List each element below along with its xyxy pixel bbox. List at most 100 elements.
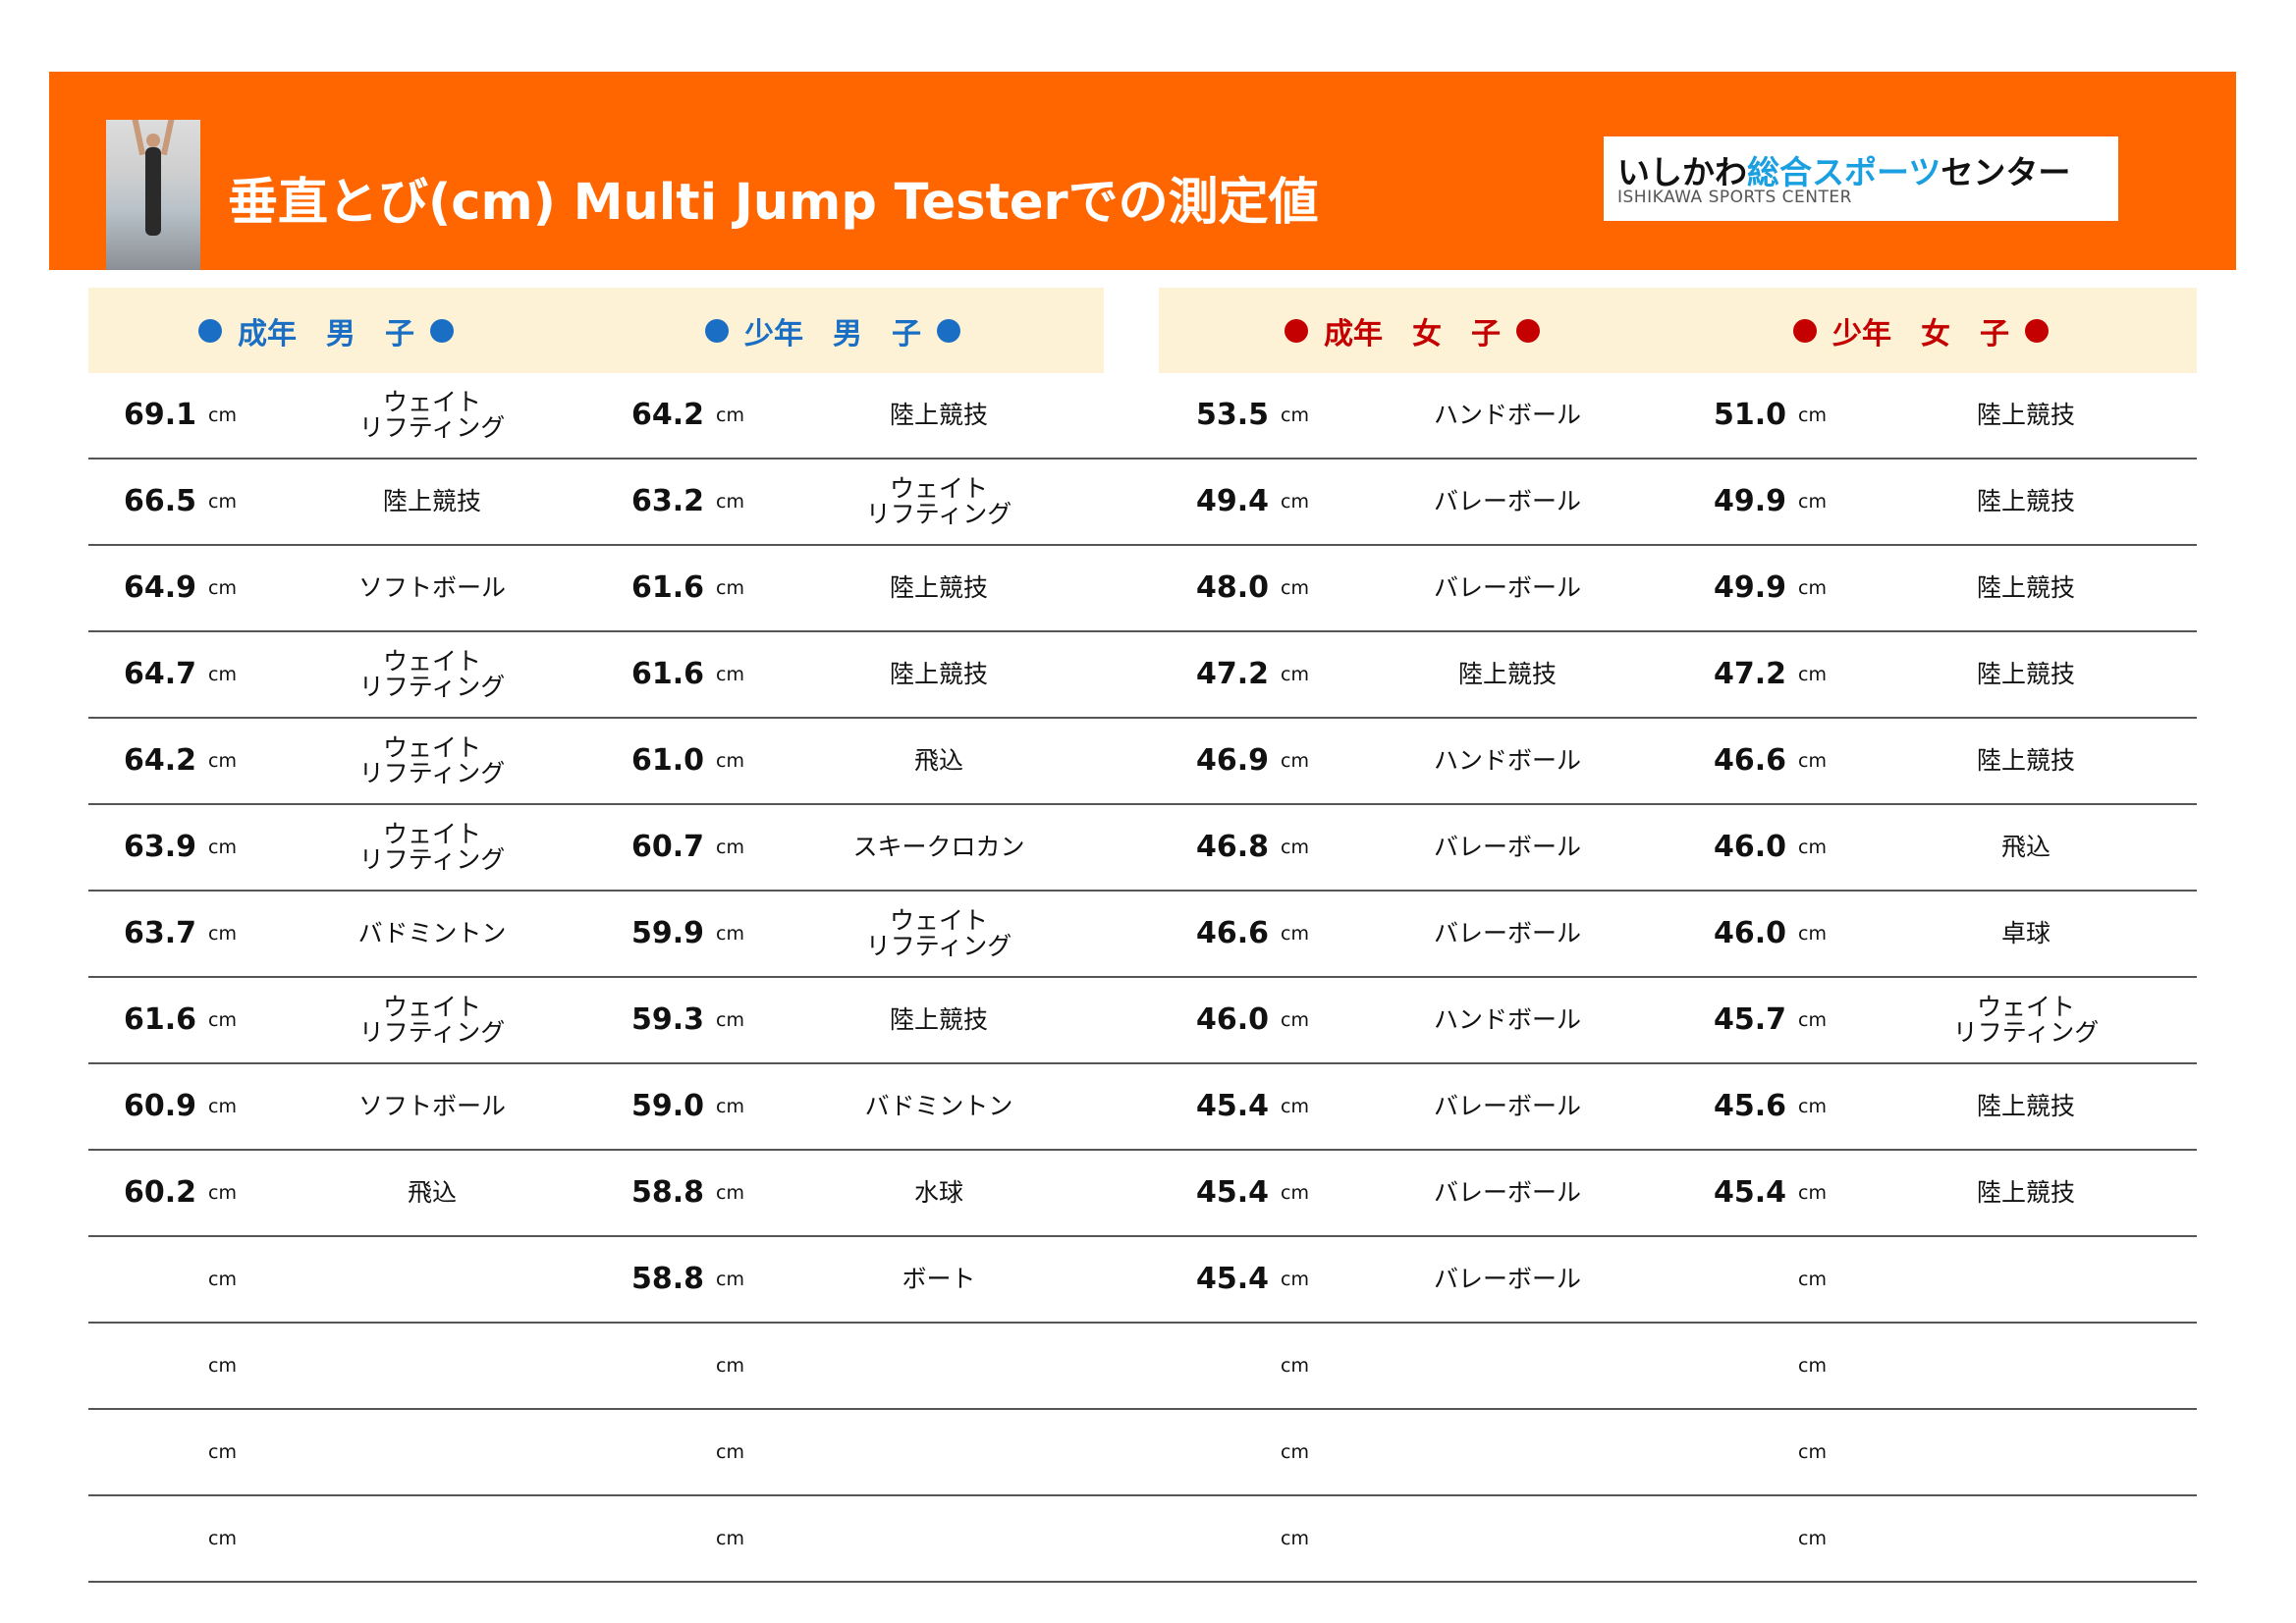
unit-label: cm: [1281, 1182, 1309, 1204]
unit-label: cm: [716, 664, 744, 685]
sport-name: 陸上競技: [889, 401, 988, 429]
table-row: 64.2 cm ウェイト リフティング 61.0 cm 飛込 46.9 cm ハンドボール 46.…: [88, 719, 2197, 805]
sport-name: 水球: [913, 1178, 963, 1207]
unit-label: cm: [208, 1441, 237, 1463]
sport-name: バレーボール: [1433, 573, 1581, 602]
table-row: cm cm cm cm: [88, 1496, 2197, 1583]
logo-text: いしかわ: [1617, 153, 1747, 191]
jump-value: 46.0: [1713, 916, 1786, 950]
sport-name: 飛込: [913, 746, 963, 775]
red-dot-icon: [1516, 319, 1540, 343]
sport-name: バレーボール: [1433, 833, 1581, 861]
unit-label: cm: [1798, 837, 1827, 858]
unit-label: cm: [208, 1528, 237, 1549]
photo-arm: [131, 120, 146, 156]
unit-label: cm: [1798, 405, 1827, 426]
jump-value: 49.9: [1713, 570, 1786, 605]
sport-name: バドミントン: [357, 919, 507, 947]
jump-value: 61.0: [630, 743, 704, 778]
unit-label: cm: [1281, 577, 1309, 599]
category-header: 成年 男 子: [198, 309, 454, 352]
logo-main: いしかわ総合スポーツセンター: [1617, 146, 2070, 193]
sport-name: [811, 1324, 1066, 1408]
table-row: 66.5 cm 陸上競技 63.2 cm ウェイト リフティング 49.4 cm バレーボール 4…: [88, 460, 2197, 546]
table-row: cm cm cm cm: [88, 1410, 2197, 1496]
unit-label: cm: [1798, 1009, 1827, 1031]
table-row: 60.2 cm 飛込 58.8 cm 水球 45.4 cm バレーボール 45.4 cm 陸上競技: [88, 1151, 2197, 1237]
unit-label: cm: [716, 1269, 744, 1290]
jump-value: [1678, 1496, 1786, 1581]
jump-value: 45.4: [1713, 1175, 1786, 1210]
sport-name: [304, 1410, 560, 1494]
unit-label: cm: [1281, 750, 1309, 772]
jump-value: 45.4: [1195, 1175, 1269, 1210]
jump-value: 59.3: [630, 1002, 704, 1037]
table-row: 60.9 cm ソフトボール 59.0 cm バドミントン 45.4 cm バレーボール 45.6…: [88, 1064, 2197, 1151]
table-row: cm 58.8 cm ボート 45.4 cm バレーボール cm: [88, 1237, 2197, 1324]
sport-name: [304, 1324, 560, 1408]
jump-value: 61.6: [630, 570, 704, 605]
unit-label: cm: [208, 1009, 237, 1031]
jump-value: [596, 1496, 704, 1581]
table-row: 63.9 cm ウェイト リフティング 60.7 cm スキークロカン 46.8 cm バレーボ…: [88, 805, 2197, 892]
unit-label: cm: [716, 1182, 744, 1204]
sport-name: ウェイト リフティング: [865, 474, 1012, 528]
red-dot-icon: [2025, 319, 2049, 343]
sport-name: 飛込: [407, 1178, 457, 1207]
jump-value: [1161, 1324, 1269, 1408]
jump-value: 46.0: [1195, 1002, 1269, 1037]
jump-value: 60.7: [630, 830, 704, 864]
unit-label: cm: [1281, 1528, 1309, 1549]
jump-value: 46.6: [1713, 743, 1786, 778]
sport-name: 陸上競技: [1976, 746, 2075, 775]
unit-label: cm: [1281, 1355, 1309, 1377]
jump-value: 46.8: [1195, 830, 1269, 864]
jump-value: 63.2: [630, 484, 704, 518]
sport-name: ソフトボール: [357, 1092, 506, 1120]
category-header: 少年 男 子: [705, 309, 960, 352]
blue-dot-icon: [198, 319, 222, 343]
jump-value: 51.0: [1713, 398, 1786, 432]
unit-label: cm: [1281, 1009, 1309, 1031]
sport-name: [1898, 1496, 2154, 1581]
red-dot-icon: [1285, 319, 1308, 343]
unit-label: cm: [208, 1269, 237, 1290]
jump-value: 61.6: [630, 657, 704, 691]
jump-value: 45.4: [1195, 1089, 1269, 1123]
jump-value: 46.6: [1195, 916, 1269, 950]
sport-name: ハンドボール: [1433, 746, 1581, 775]
sport-name: バレーボール: [1433, 487, 1581, 515]
category-label: 少年 女 子: [1832, 317, 2009, 352]
unit-label: cm: [1798, 1441, 1827, 1463]
jump-value: 61.6: [123, 1002, 196, 1037]
jump-value: 46.0: [1713, 830, 1786, 864]
jump-value: [596, 1324, 704, 1408]
unit-label: cm: [1798, 577, 1827, 599]
jump-value: 59.0: [630, 1089, 704, 1123]
unit-label: cm: [716, 837, 744, 858]
jump-value: [1161, 1496, 1269, 1581]
blue-dot-icon: [430, 319, 454, 343]
table-row: 69.1 cm ウェイト リフティング 64.2 cm 陸上競技 53.5 cm ハンドボール 5…: [88, 373, 2197, 460]
sport-name: 陸上競技: [1457, 660, 1557, 688]
jump-value: 64.9: [123, 570, 196, 605]
logo-text-blue: 総合スポーツ: [1747, 153, 1941, 191]
unit-label: cm: [1281, 1096, 1309, 1117]
jump-value: 58.8: [630, 1175, 704, 1210]
unit-label: cm: [716, 405, 744, 426]
jump-value: 58.8: [630, 1262, 704, 1296]
unit-label: cm: [1798, 1269, 1827, 1290]
unit-label: cm: [716, 1355, 744, 1377]
jump-value: 69.1: [123, 398, 196, 432]
jump-value: [596, 1410, 704, 1494]
unit-label: cm: [208, 1182, 237, 1204]
sport-name: ウェイト リフティング: [358, 388, 506, 442]
photo-figure: [145, 147, 161, 236]
sport-name: ソフトボール: [357, 573, 506, 602]
unit-label: cm: [1798, 1528, 1827, 1549]
sport-name: 飛込: [2000, 833, 2050, 861]
sport-name: ウェイト リフティング: [865, 906, 1012, 960]
jump-value: 60.2: [123, 1175, 196, 1210]
unit-label: cm: [208, 405, 237, 426]
unit-label: cm: [1281, 405, 1309, 426]
